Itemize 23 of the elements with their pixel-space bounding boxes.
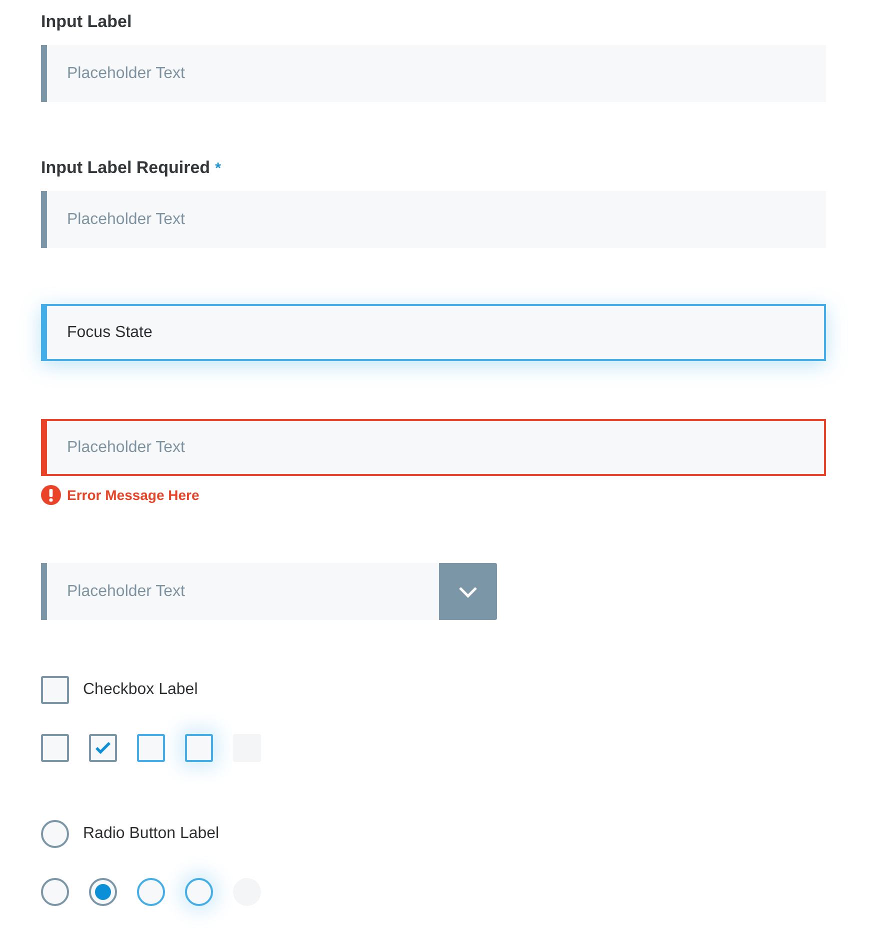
chevron-down-icon	[458, 586, 478, 598]
input-field[interactable]: Placeholder Text	[41, 45, 826, 102]
error-icon	[41, 485, 61, 505]
radio-button[interactable]	[89, 878, 117, 906]
input-field[interactable]: Focus State	[41, 304, 826, 361]
checkbox[interactable]	[185, 734, 213, 762]
error-message: Error Message Here	[67, 487, 200, 503]
check-icon	[95, 742, 111, 754]
radio-button[interactable]	[41, 820, 69, 848]
radio-button[interactable]	[185, 878, 213, 906]
field-label: Input Label	[41, 12, 132, 32]
required-mark: *	[215, 160, 221, 177]
input-field[interactable]: Placeholder Text	[41, 191, 826, 248]
checkbox[interactable]	[41, 676, 69, 704]
input-field[interactable]: Placeholder Text	[41, 419, 826, 476]
field-label: Input Label Required	[41, 158, 210, 178]
radio-label: Radio Button Label	[83, 825, 220, 843]
checkbox[interactable]	[137, 734, 165, 762]
radio-button[interactable]	[137, 878, 165, 906]
checkbox-label: Checkbox Label	[83, 681, 198, 699]
checkbox[interactable]	[41, 734, 69, 762]
radio-button[interactable]	[41, 878, 69, 906]
checkbox[interactable]	[89, 734, 117, 762]
